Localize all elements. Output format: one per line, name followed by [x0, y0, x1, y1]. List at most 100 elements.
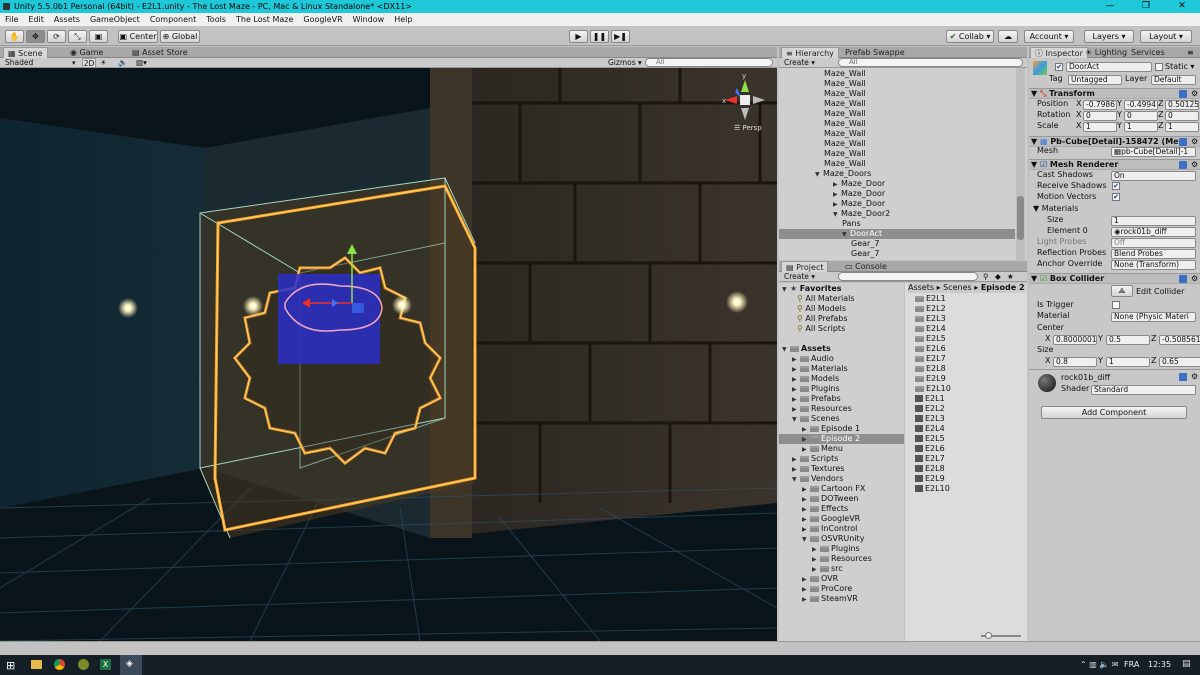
- shading-mode-dropdown[interactable]: Shaded: [5, 58, 77, 68]
- account-dropdown[interactable]: Account ▾: [1024, 30, 1074, 43]
- collab-button[interactable]: ✔ Collab ▾: [946, 30, 994, 43]
- hierarchy-search-input[interactable]: All: [838, 58, 1023, 67]
- favorite-item[interactable]: ⚲ All Materials: [797, 294, 855, 304]
- perspective-label[interactable]: ☰ Persp: [734, 124, 762, 132]
- position-z-input[interactable]: 0.50125: [1165, 100, 1199, 110]
- maximize-button[interactable]: ❐: [1128, 0, 1164, 13]
- project-folder-item[interactable]: ▼ Scenes: [779, 414, 904, 424]
- hierarchy-item[interactable]: ▼ DoorAct: [779, 229, 1015, 239]
- tray-icons[interactable]: ⌃ ▥ 🔈 ✉: [1080, 660, 1119, 669]
- hierarchy-item[interactable]: Maze_Wall: [779, 159, 1015, 169]
- scene-search-input[interactable]: All: [645, 58, 773, 67]
- move-tool-icon[interactable]: ✥: [26, 30, 45, 43]
- menu-googlevr[interactable]: GoogleVR: [298, 13, 347, 26]
- hierarchy-item[interactable]: ▼ Maze_Doors: [779, 169, 1015, 179]
- favorite-star-icon[interactable]: ★: [1007, 272, 1014, 282]
- hierarchy-item[interactable]: Maze_Wall: [779, 119, 1015, 129]
- space-global-button[interactable]: ⊕ Global: [160, 30, 200, 43]
- tab-asset-store[interactable]: ▤ Asset Store: [128, 47, 192, 58]
- scene-file-item[interactable]: E2L7: [915, 454, 945, 464]
- project-folder-item[interactable]: ▶ Textures: [779, 464, 904, 474]
- collider-size-y-input[interactable]: 1: [1106, 357, 1150, 367]
- project-folder-item[interactable]: ▶ Effects: [779, 504, 904, 514]
- tab-scene[interactable]: ▦ Scene: [3, 47, 48, 58]
- hierarchy-scroll-thumb[interactable]: [1017, 196, 1024, 240]
- hierarchy-item[interactable]: Maze_Wall: [779, 79, 1015, 89]
- menu-help[interactable]: Help: [389, 13, 417, 26]
- collider-center-y-input[interactable]: 0.5: [1106, 335, 1150, 345]
- project-folder-item[interactable]: ▶ Plugins: [779, 384, 904, 394]
- menu-component[interactable]: Component: [145, 13, 201, 26]
- hierarchy-item[interactable]: Maze_Wall: [779, 149, 1015, 159]
- folder-file-item[interactable]: E2L1: [915, 294, 946, 304]
- menu-window[interactable]: Window: [348, 13, 390, 26]
- foldout-arrow-icon[interactable]: ▼: [782, 285, 790, 295]
- language-indicator[interactable]: FRA: [1124, 660, 1139, 669]
- project-folder-item[interactable]: ▶ Audio: [779, 354, 904, 364]
- scene-file-item[interactable]: E2L9: [915, 474, 945, 484]
- transform-header[interactable]: ▼ ⤡ Transform ⚙: [1029, 88, 1200, 99]
- scene-file-item[interactable]: E2L4: [915, 424, 945, 434]
- tag-dropdown[interactable]: Untagged: [1068, 75, 1122, 85]
- rotation-x-input[interactable]: 0: [1083, 111, 1117, 121]
- rotation-y-input[interactable]: 0: [1124, 111, 1158, 121]
- audio-toggle-icon[interactable]: 🔈: [118, 58, 127, 68]
- project-folder-item[interactable]: ▶ Episode 2: [779, 434, 904, 444]
- tab-lighting[interactable]: ☀ Lighting: [1081, 47, 1131, 58]
- icon-size-slider[interactable]: [981, 632, 1021, 639]
- component-gear-icon[interactable]: ⚙: [1191, 160, 1198, 170]
- notification-icon[interactable]: ▤: [1182, 659, 1191, 669]
- collider-material-field[interactable]: None (Physic Materi: [1111, 312, 1196, 322]
- lighting-toggle-icon[interactable]: ☀: [100, 58, 107, 68]
- file-explorer-icon[interactable]: [31, 660, 42, 669]
- collider-size-z-input[interactable]: 0.65: [1159, 357, 1200, 367]
- project-folder-item[interactable]: ▶ src: [779, 564, 904, 574]
- scale-y-input[interactable]: 1: [1124, 122, 1158, 132]
- scale-z-input[interactable]: 1: [1165, 122, 1199, 132]
- breadcrumb-scenes[interactable]: Scenes: [943, 283, 972, 292]
- reflection-probes-dropdown[interactable]: Blend Probes: [1111, 249, 1196, 259]
- motion-vectors-checkbox[interactable]: ✔: [1112, 193, 1120, 201]
- help-book-icon[interactable]: [1179, 373, 1187, 381]
- scale-x-input[interactable]: 1: [1083, 122, 1117, 132]
- shading-dropdown-arrow[interactable]: ▾: [72, 58, 76, 68]
- light-probes-dropdown[interactable]: Off: [1111, 238, 1196, 248]
- folder-file-item[interactable]: E2L9: [915, 374, 946, 384]
- tab-hierarchy[interactable]: ≡ Hierarchy: [781, 47, 839, 58]
- menu-gameobject[interactable]: GameObject: [85, 13, 145, 26]
- tab-services[interactable]: Services: [1127, 47, 1169, 58]
- menu-assets[interactable]: Assets: [49, 13, 85, 26]
- project-folder-item[interactable]: ▶ Materials: [779, 364, 904, 374]
- help-book-icon[interactable]: [1179, 90, 1187, 98]
- hand-tool-icon[interactable]: ✋: [5, 30, 24, 43]
- mesh-field[interactable]: ▦pb-Cube[Detail]-1: [1111, 147, 1196, 157]
- clock[interactable]: 12:35: [1148, 660, 1171, 669]
- breadcrumb-episode-2[interactable]: Episode 2: [981, 283, 1025, 292]
- help-book-icon[interactable]: [1179, 161, 1187, 169]
- folder-file-item[interactable]: E2L4: [915, 324, 946, 334]
- favorite-item[interactable]: ⚲ All Prefabs: [797, 314, 848, 324]
- tab-project[interactable]: ▤ Project: [781, 261, 829, 272]
- chrome-icon[interactable]: [54, 659, 65, 670]
- assets-foldout[interactable]: ▼ Assets: [782, 344, 831, 354]
- mesh-renderer-header[interactable]: ▼ ☑ Mesh Renderer ⚙: [1029, 159, 1200, 170]
- hierarchy-create-dropdown[interactable]: Create ▾: [784, 58, 815, 68]
- hierarchy-item[interactable]: Gear_7: [779, 249, 1015, 259]
- favorite-item[interactable]: ⚲ All Models: [797, 304, 846, 314]
- inspector-menu-icon[interactable]: ≡: [1187, 47, 1194, 58]
- filter-label-icon[interactable]: ◆: [995, 272, 1001, 282]
- excel-icon[interactable]: X: [100, 659, 111, 670]
- shader-dropdown[interactable]: Standard: [1091, 385, 1196, 395]
- collider-center-x-input[interactable]: 0.8000001: [1053, 335, 1097, 345]
- breadcrumb-assets[interactable]: Assets: [908, 283, 934, 292]
- favorite-item[interactable]: ⚲ All Scripts: [797, 324, 845, 334]
- hierarchy-item[interactable]: ▶ Maze_Door: [779, 199, 1015, 209]
- rotation-z-input[interactable]: 0: [1165, 111, 1199, 121]
- scene-file-item[interactable]: E2L6: [915, 444, 945, 454]
- hierarchy-item[interactable]: ▶ Maze_Door: [779, 189, 1015, 199]
- menu-tools[interactable]: Tools: [201, 13, 231, 26]
- materials-size-input[interactable]: 1: [1111, 216, 1196, 226]
- project-folder-item[interactable]: ▼ OSVRUnity: [779, 534, 904, 544]
- minimize-button[interactable]: —: [1092, 0, 1128, 13]
- folder-file-item[interactable]: E2L8: [915, 364, 946, 374]
